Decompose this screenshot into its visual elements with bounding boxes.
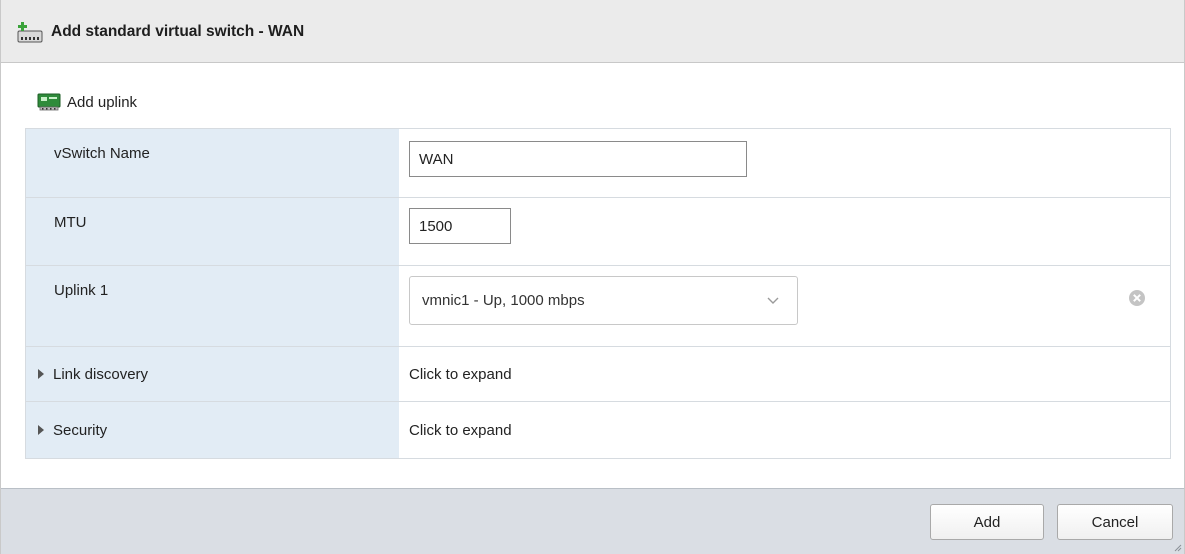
cancel-button[interactable]: Cancel [1057,504,1173,540]
security-label: Security [53,421,108,439]
security-expand[interactable]: Click to expand [399,402,1170,458]
add-uplink-button[interactable]: Add uplink [37,92,137,112]
link-discovery-label: Link discovery [53,365,149,383]
uplink-1-selected-value: vmnic1 - Up, 1000 mbps [422,292,585,309]
add-uplink-label: Add uplink [67,93,138,111]
resize-grip-icon[interactable] [1174,544,1182,552]
uplink-1-label: Uplink 1 [26,266,399,346]
row-security[interactable]: Security Click to expand [26,402,1170,458]
vswitch-name-label: vSwitch Name [26,129,399,197]
add-button[interactable]: Add [930,504,1044,540]
mtu-label: MTU [26,198,399,265]
mtu-input[interactable] [409,208,511,244]
remove-uplink-icon[interactable] [1128,289,1146,307]
row-mtu: MTU [26,198,1170,266]
uplink-1-select[interactable]: vmnic1 - Up, 1000 mbps [409,276,798,325]
dialog-title: Add standard virtual switch - WAN [51,23,305,40]
chevron-down-icon [767,297,779,304]
add-vswitch-icon [17,22,43,43]
mtu-cell [399,198,1170,265]
row-uplink-1: Uplink 1 vmnic1 - Up, 1000 mbps [26,266,1170,347]
row-vswitch-name: vSwitch Name [26,129,1170,198]
dialog-footer: Add Cancel [1,488,1184,554]
caret-right-icon [38,369,44,379]
vswitch-name-input[interactable] [409,141,747,177]
caret-right-icon [38,425,44,435]
vswitch-settings-grid: vSwitch Name MTU Uplink 1 vmnic1 - Up, 1… [25,128,1171,459]
vswitch-name-cell [399,129,1170,197]
uplink-1-cell: vmnic1 - Up, 1000 mbps [399,266,1170,346]
link-discovery-expand[interactable]: Click to expand [399,347,1170,401]
dialog-titlebar: Add standard virtual switch - WAN [1,0,1184,63]
add-uplink-icon [37,93,61,111]
link-discovery-toggle[interactable]: Link discovery [26,347,399,401]
security-toggle[interactable]: Security [26,402,399,458]
add-vswitch-dialog: Add standard virtual switch - WAN Add up… [0,0,1185,554]
row-link-discovery[interactable]: Link discovery Click to expand [26,347,1170,402]
